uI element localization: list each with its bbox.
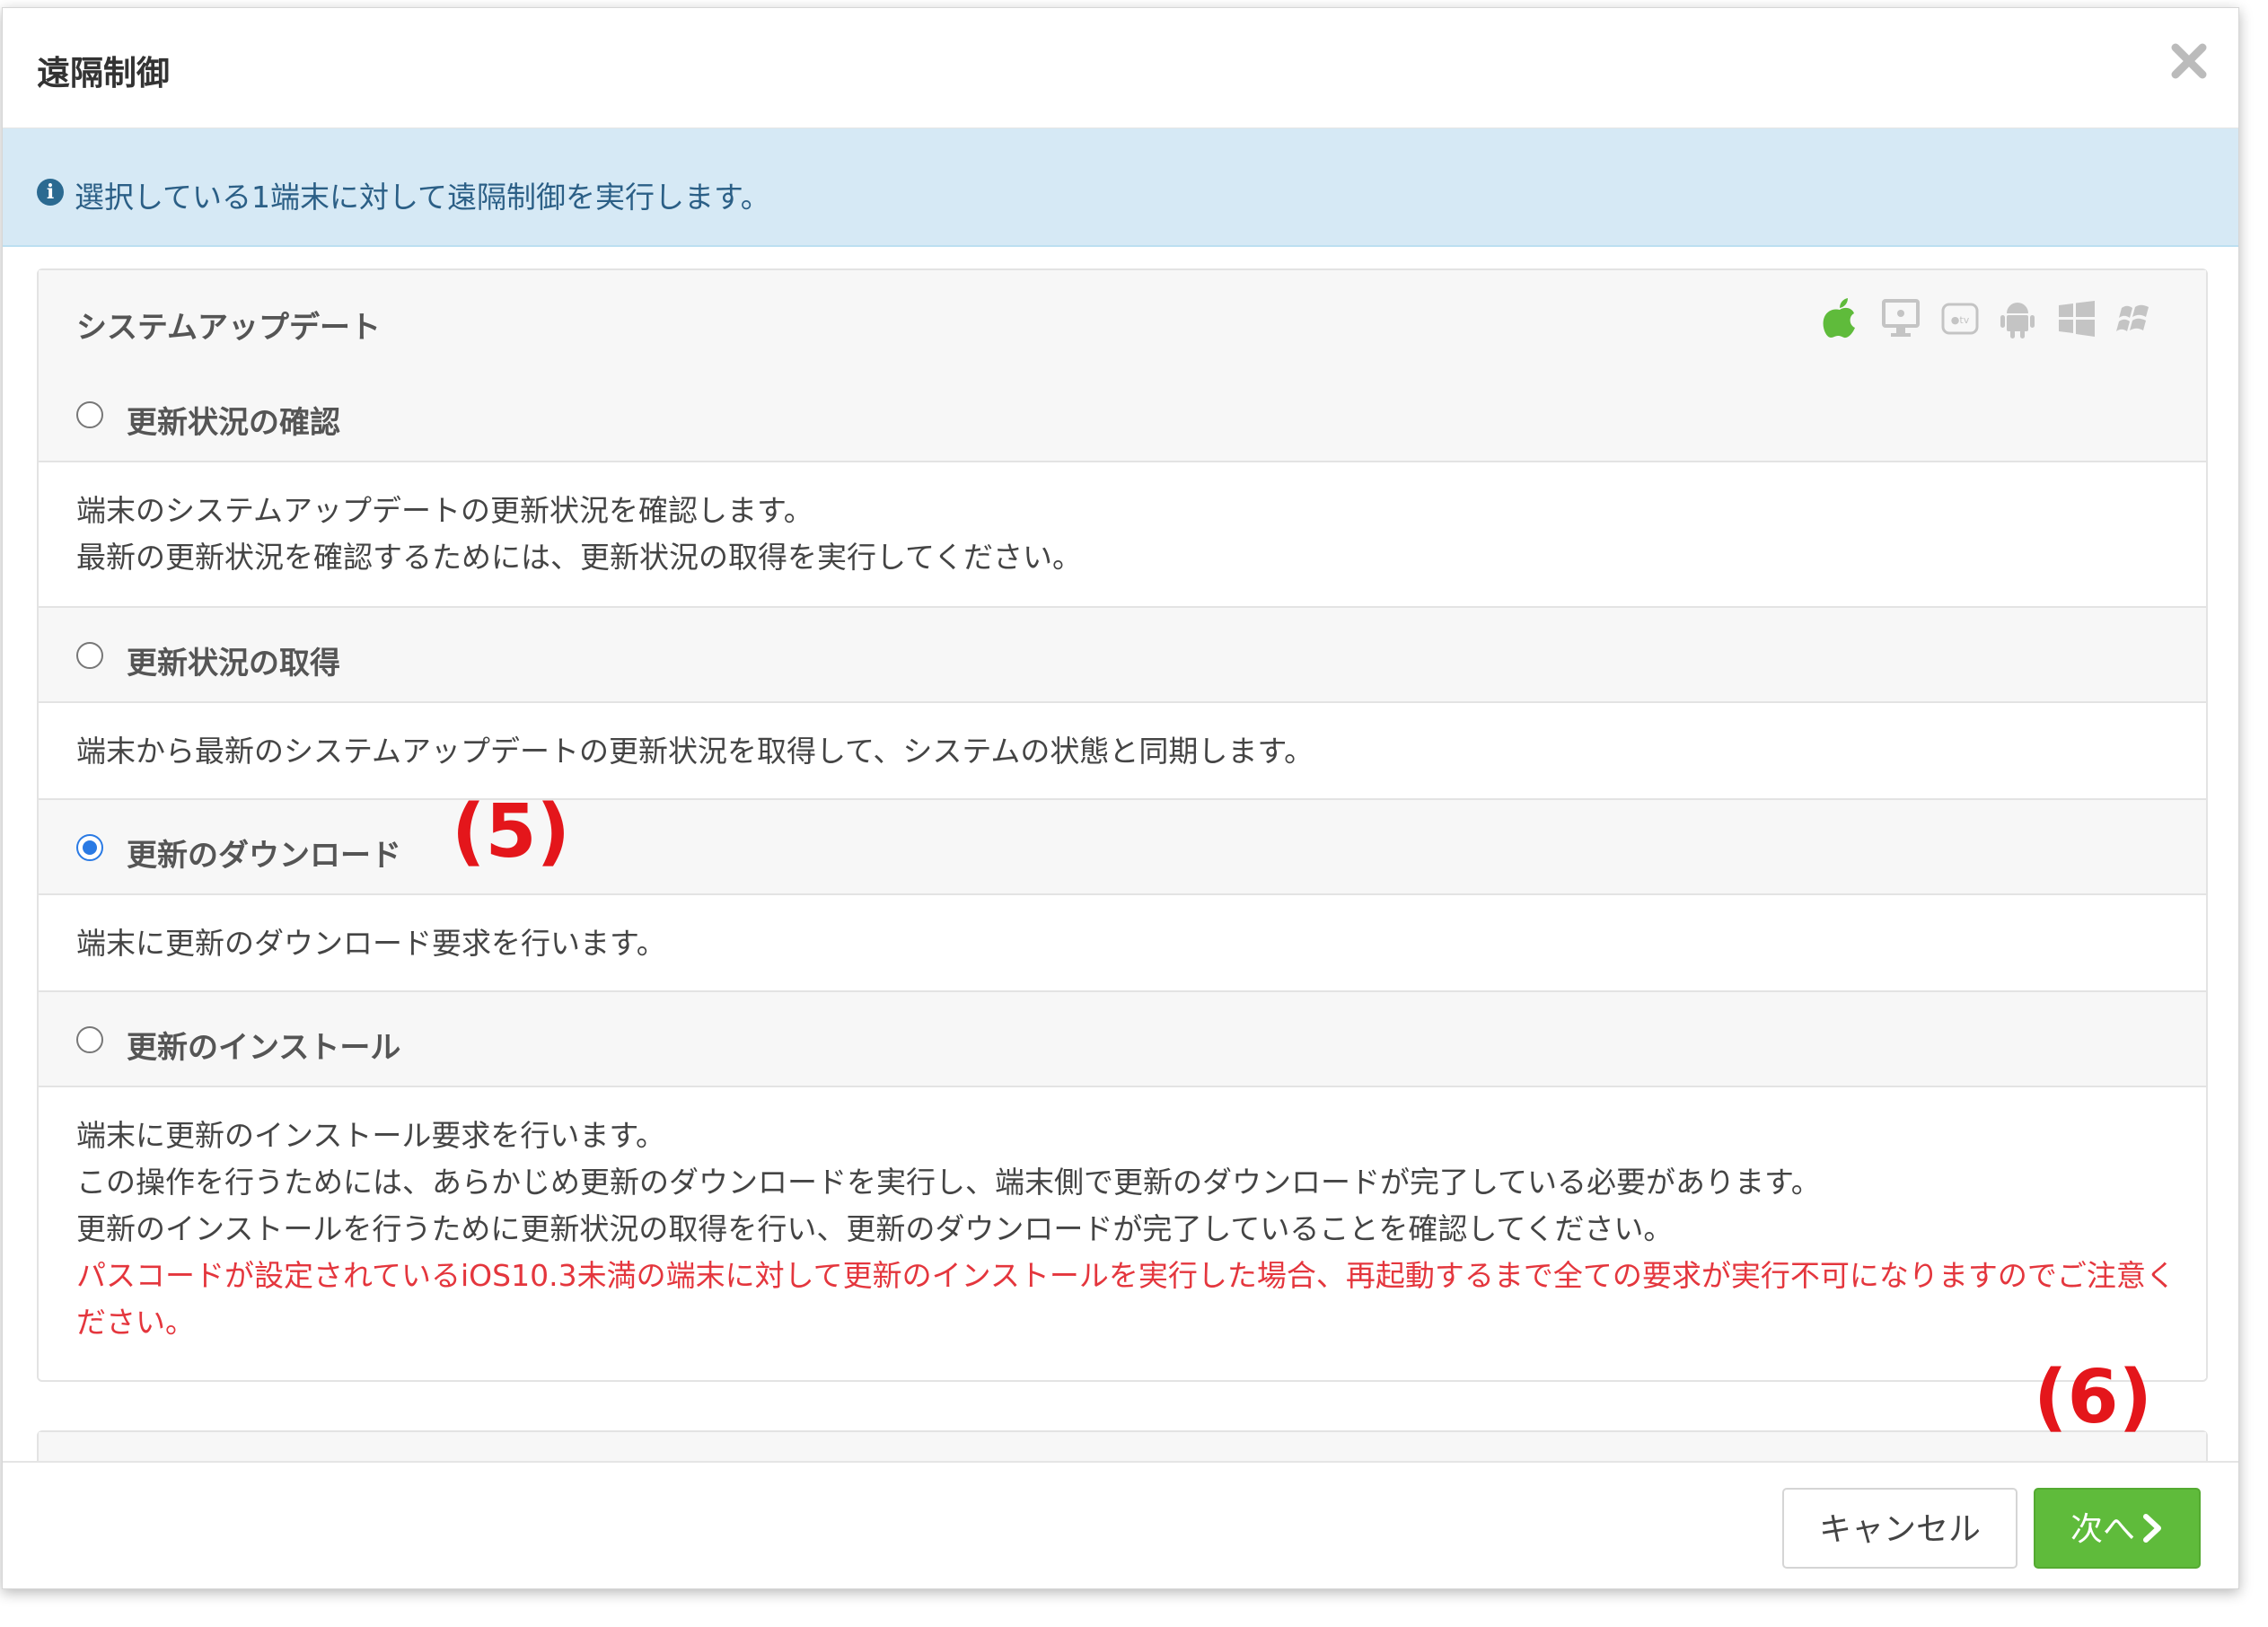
info-text: 選択している1端末に対して遠隔制御を実行します。 [75,180,770,215]
next-panel [37,1430,2208,1461]
panel-title: システムアップデート [76,310,381,346]
chevron-right-icon [2143,1514,2161,1543]
option-label: 更新のダウンロード [127,838,401,874]
option-check-status[interactable]: 更新状況の確認 [39,367,2206,462]
dialog-header: 遠隔制御 [3,8,2238,129]
radio-download-update[interactable] [76,834,103,861]
radio-check-status[interactable] [76,401,103,428]
mac-icon [1882,299,1920,337]
description-line: 端末に更新のダウンロード要求を行います。 [76,926,666,961]
description-line: 更新のインストールを行うために更新状況の取得を行い、更新のダウンロードが完了して… [76,1211,1674,1246]
panel-heading: システムアップデート ●tv [39,270,2206,369]
info-icon: i [37,179,64,206]
description-line: 端末に更新のインストール要求を行います。 [76,1118,666,1153]
remote-control-dialog: 遠隔制御 i 選択している1端末に対して遠隔制御を実行します。 システムアップデ… [2,7,2239,1589]
option-download-update[interactable]: 更新のダウンロード [39,800,2206,895]
option-description: 端末のシステムアップデートの更新状況を確認します。 最新の更新状況を確認するため… [39,462,2206,608]
os-icon-group: ●tv [1822,297,2172,340]
close-icon[interactable] [2167,39,2211,84]
windows-icon [2059,301,2095,337]
description-line: この操作を行うためには、あらかじめ更新のダウンロードを実行し、端末側で更新のダウ… [76,1165,1821,1200]
android-icon [2000,303,2035,339]
option-fetch-status[interactable]: 更新状況の取得 [39,608,2206,703]
option-label: 更新状況の確認 [127,405,340,441]
radio-install-update[interactable] [76,1026,103,1053]
option-description: 端末に更新のインストール要求を行います。 この操作を行うためには、あらかじめ更新… [39,1087,2206,1378]
system-update-panel: システムアップデート ●tv 更新状況の確認 端末のシステムアップデートの更新状… [37,268,2208,1382]
option-install-update[interactable]: 更新のインストール [39,992,2206,1087]
option-description: 端末から最新のシステムアップデートの更新状況を取得して、システムの状態と同期しま… [39,703,2206,800]
apple-icon [1823,298,1855,339]
step-6-annotation: (6) [2034,1355,2153,1440]
radio-fetch-status[interactable] [76,642,103,669]
option-label: 更新のインストール [127,1030,401,1066]
next-button-label: 次へ [2070,1511,2135,1548]
dialog-footer: キャンセル 次へ [3,1461,2238,1588]
cancel-button[interactable]: キャンセル [1782,1488,2017,1569]
description-line: 最新の更新状況を確認するためには、更新状況の取得を実行してください。 [76,540,1083,575]
next-button[interactable]: 次へ [2034,1488,2201,1569]
warning-text: パスコードが設定されているiOS10.3未満の端末に対して更新のインストールを実… [76,1258,2176,1340]
option-label: 更新状況の取得 [127,646,340,682]
info-alert: i 選択している1端末に対して遠隔制御を実行します。 [3,128,2238,247]
dialog-title: 遠隔制御 [37,54,170,92]
option-description: 端末に更新のダウンロード要求を行います。 [39,895,2206,992]
svg-text:●tv: ●tv [1951,314,1970,326]
windows-legacy-icon [2116,304,2149,331]
apple-tv-icon: ●tv [1941,303,1979,335]
description-line: 端末から最新のシステムアップデートの更新状況を取得して、システムの状態と同期しま… [76,734,1314,769]
description-line: 端末のシステムアップデートの更新状況を確認します。 [76,493,813,528]
panel-heading [39,1432,2206,1461]
dialog-body[interactable]: システムアップデート ●tv 更新状況の確認 端末のシステムアップデートの更新状… [3,247,2238,1461]
step-5-annotation: (5) [452,789,571,875]
